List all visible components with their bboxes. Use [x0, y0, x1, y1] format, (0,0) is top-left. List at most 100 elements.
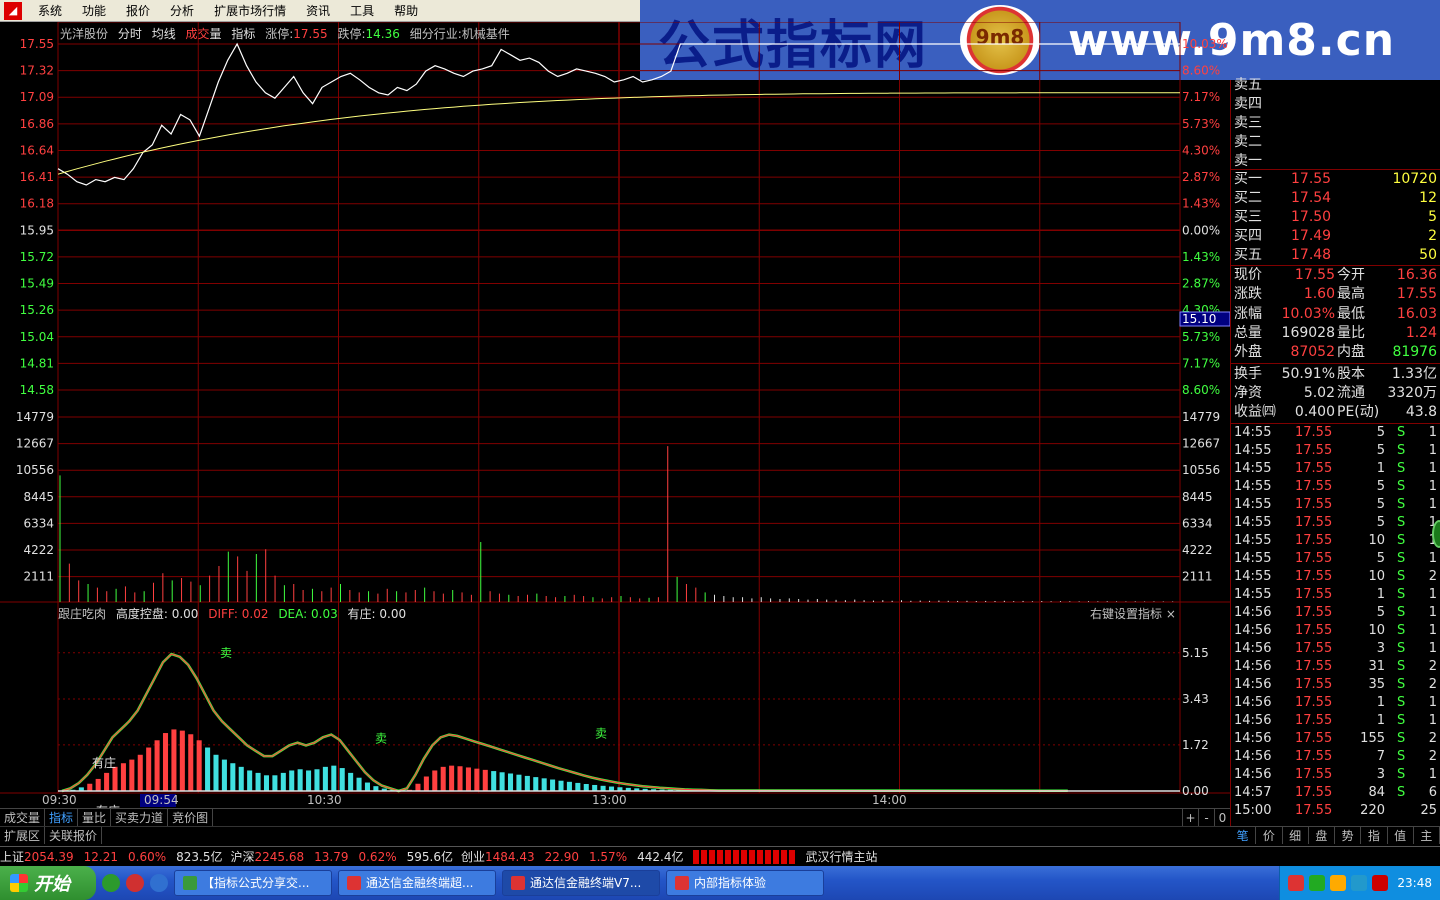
- tick-n: 1: [1428, 767, 1437, 782]
- price-tick-label: 15.26: [20, 303, 54, 317]
- sell-row-3[interactable]: 卖三: [1231, 114, 1440, 133]
- indicator-histogram-bar: [255, 772, 261, 791]
- quote-row-1[interactable]: 涨跌 1.60 最高 17.55: [1231, 285, 1440, 304]
- intraday-chart[interactable]: 17.55 10.03% 17.32 8.60% 17.09 7.17% 16.86 5.73…: [0, 22, 1230, 808]
- quote-tab-4[interactable]: 势: [1335, 827, 1362, 844]
- quote-tab-3[interactable]: 盘: [1309, 827, 1335, 844]
- tick-t: 14:56: [1234, 713, 1272, 728]
- tick-n: 1: [1428, 623, 1437, 638]
- buy-row-1[interactable]: 买一 17.55 10720: [1231, 170, 1440, 189]
- menu-item-1[interactable]: 功能: [72, 0, 116, 22]
- quote-panel: 卖五 卖四 卖三 卖二 卖一 买一 17.55 10720 买二 17.54 12 买三 17.50 5 买…: [1230, 77, 1440, 844]
- tab-fenshi[interactable]: 分时: [118, 27, 142, 41]
- tick-p: 17.55: [1295, 533, 1333, 548]
- tick-n: 1: [1428, 695, 1437, 710]
- tab-auction-chart[interactable]: 竞价图: [168, 809, 214, 826]
- tab-indicator[interactable]: 指标: [45, 809, 79, 826]
- quote-tab-5[interactable]: 指: [1361, 827, 1388, 844]
- tick-row: 14:55 17.55 5 S 1: [1231, 550, 1440, 568]
- quote-row-3[interactable]: 总量 169028 量比 1.24: [1231, 324, 1440, 343]
- tick-t: 14:55: [1234, 533, 1272, 548]
- indicator-histogram-bar: [104, 772, 110, 791]
- tick-p: 17.55: [1295, 641, 1333, 656]
- tick-n: 1: [1428, 443, 1437, 458]
- quote-tab-6[interactable]: 值: [1388, 827, 1414, 844]
- desktop-icon[interactable]: [102, 874, 120, 892]
- price-tick-label: 16.18: [20, 197, 54, 211]
- quote-row-5[interactable]: 换手 50.91% 股本 1.33亿: [1231, 365, 1440, 384]
- quote-row-4[interactable]: 外盘 87052 内盘 81976: [1231, 343, 1440, 362]
- tick-p: 17.55: [1295, 803, 1333, 818]
- buy-row-5[interactable]: 买五 17.48 50: [1231, 246, 1440, 265]
- tab-related-quotes[interactable]: 关联报价: [45, 827, 103, 844]
- quote-row-7[interactable]: 收益㈣ 0.400 PE(动) 43.8: [1231, 403, 1440, 422]
- quote-row-0[interactable]: 现价 17.55 今开 16.36: [1231, 266, 1440, 285]
- tray-ime-icon[interactable]: [1372, 875, 1389, 891]
- menu-item-5[interactable]: 资讯: [296, 0, 340, 22]
- tick-n: 1: [1428, 479, 1437, 494]
- tray-s-icon[interactable]: [1288, 875, 1305, 891]
- sell-row-2[interactable]: 卖二: [1231, 133, 1440, 152]
- sell-row-5[interactable]: 卖五: [1231, 76, 1440, 95]
- quote-value-2: 16.36: [1396, 267, 1437, 283]
- quote-tab-7[interactable]: 主: [1414, 827, 1440, 844]
- tick-t: 14:55: [1234, 569, 1272, 584]
- quote-tab-1[interactable]: 价: [1256, 827, 1283, 844]
- indicator-histogram-bar: [507, 773, 514, 791]
- quote-row-2[interactable]: 涨幅 10.03% 最低 16.03: [1231, 305, 1440, 324]
- server-name[interactable]: 武汉行情主站: [805, 848, 877, 865]
- buy-row-4[interactable]: 买四 17.49 2: [1231, 227, 1440, 246]
- tray-network-icon[interactable]: [1351, 875, 1368, 891]
- menu-item-6[interactable]: 工具: [340, 0, 384, 22]
- quote-tab-0[interactable]: 笔: [1230, 827, 1257, 844]
- indicator-settings-button[interactable]: 右键设置指标 ×: [1090, 605, 1176, 622]
- buy-row-2[interactable]: 买二 17.54 12: [1231, 189, 1440, 208]
- task-tdx-1[interactable]: 通达信金融终端超...: [338, 870, 496, 896]
- indicator-label[interactable]: 指标: [231, 27, 255, 41]
- sz-index-label[interactable]: 沪深: [230, 848, 254, 865]
- buy-volume: 10720: [1392, 171, 1437, 187]
- tray-refresh-icon[interactable]: [1309, 875, 1326, 891]
- task-forum[interactable]: 【指标公式分享交...: [174, 870, 332, 896]
- buy-row-3[interactable]: 买三 17.50 5: [1231, 208, 1440, 227]
- cursor-price-label: 15.10: [1182, 312, 1216, 326]
- tick-row: 14:56 17.55 1 S 1: [1231, 712, 1440, 730]
- tick-n: 2: [1428, 659, 1437, 674]
- quote-tab-2[interactable]: 细: [1283, 827, 1309, 844]
- tab-extension-area[interactable]: 扩展区: [0, 827, 46, 844]
- reset-button[interactable]: 0: [1214, 809, 1230, 826]
- buy-volume: 12: [1419, 190, 1437, 206]
- quote-label: 涨跌: [1234, 286, 1262, 303]
- menu-item-4[interactable]: 扩展市场行情: [204, 0, 296, 22]
- app-quicklaunch-icon[interactable]: [126, 874, 144, 892]
- buy-price: 17.54: [1291, 190, 1332, 206]
- tick-s: S: [1397, 623, 1406, 638]
- volume-label-part2[interactable]: 量: [210, 27, 222, 41]
- cy-index-label[interactable]: 创业: [461, 848, 485, 865]
- indicator-histogram-bar: [289, 770, 295, 791]
- sell-row-4[interactable]: 卖四: [1231, 95, 1440, 114]
- zoom-out-button[interactable]: -: [1198, 809, 1214, 826]
- tab-volume[interactable]: 成交量: [0, 809, 46, 826]
- tick-scroll-handle[interactable]: [1432, 520, 1440, 548]
- start-button[interactable]: 开始: [0, 866, 96, 900]
- price-tick-label: 17.32: [20, 64, 54, 78]
- menu-item-0[interactable]: 系统: [28, 0, 72, 22]
- tick-row: 14:55 17.55 1 S 1: [1231, 460, 1440, 478]
- zoom-in-button[interactable]: +: [1182, 809, 1198, 826]
- task-internal-indicator[interactable]: 内部指标体验: [666, 870, 824, 896]
- tab-volume-ratio[interactable]: 量比: [78, 809, 112, 826]
- volume-label-part1[interactable]: 成交: [186, 27, 210, 41]
- quote-row-6[interactable]: 净资 5.02 流通 3320万: [1231, 384, 1440, 403]
- price-tick-label: 16.86: [20, 117, 54, 131]
- tray-shield-icon[interactable]: [1330, 875, 1347, 891]
- tab-junxian[interactable]: 均线: [152, 27, 176, 41]
- browser-icon[interactable]: [150, 874, 168, 892]
- menu-item-7[interactable]: 帮助: [384, 0, 428, 22]
- tab-buy-sell-power[interactable]: 买卖力道: [111, 809, 169, 826]
- sh-index-label[interactable]: 上证: [0, 848, 24, 865]
- task-tdx-2[interactable]: 通达信金融终端V7...: [502, 870, 660, 896]
- menu-item-3[interactable]: 分析: [160, 0, 204, 22]
- quote-value: 1.60: [1303, 286, 1335, 303]
- menu-item-2[interactable]: 报价: [116, 0, 160, 22]
